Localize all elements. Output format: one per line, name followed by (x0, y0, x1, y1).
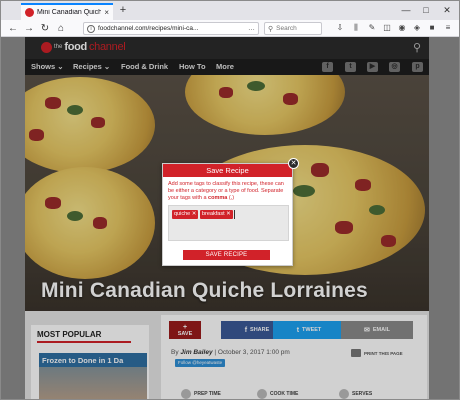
save-recipe-modal: Save Recipe ✕ Add some tags to classify … (162, 158, 299, 266)
address-bar[interactable]: i foodchannel.com/recipes/mini-ca... … (83, 22, 259, 35)
search-icon: ⚲ (268, 25, 274, 33)
library-icon[interactable]: ⫼ (351, 23, 361, 33)
minimize-button[interactable]: — (399, 4, 413, 16)
account-icon[interactable]: ◉ (397, 23, 407, 33)
modal-description: Add some tags to classify this recipe, t… (168, 181, 290, 202)
addon-icon[interactable]: ■ (427, 23, 437, 33)
search-box[interactable]: ⚲ (264, 22, 322, 35)
modal-title: Save Recipe (163, 164, 292, 177)
forward-icon[interactable]: → (23, 23, 35, 35)
url-text: foodchannel.com/recipes/mini-ca... (98, 25, 199, 32)
desc-bold: comma (208, 195, 228, 201)
search-input[interactable] (276, 25, 317, 32)
menu-icon[interactable]: ≡ (443, 23, 453, 33)
browser-window: Mini Canadian Quiche Lorraines × + — □ ✕… (0, 0, 460, 400)
tools-icon[interactable]: ✎ (367, 23, 377, 33)
extension-icon[interactable]: ◫ (382, 23, 392, 33)
text-caret (234, 210, 235, 219)
tab-title: Mini Canadian Quiche Lorraines (37, 9, 101, 16)
tab-strip: Mini Canadian Quiche Lorraines × + — □ ✕ (1, 1, 459, 20)
tab-close-icon[interactable]: × (104, 8, 109, 17)
maximize-button[interactable]: □ (419, 4, 433, 16)
nav-bar: ← → ↻ ⌂ i foodchannel.com/recipes/mini-c… (1, 20, 459, 37)
favicon-icon (25, 8, 34, 17)
page-actions-icon[interactable]: … (248, 25, 255, 32)
browser-tab[interactable]: Mini Canadian Quiche Lorraines × (21, 3, 113, 20)
reload-icon[interactable]: ↻ (39, 23, 51, 35)
new-tab-button[interactable]: + (116, 3, 130, 17)
site-info-icon[interactable]: i (87, 24, 95, 33)
download-icon[interactable]: ⇩ (335, 23, 345, 33)
tags-input[interactable]: quiche ✕ breakfast ✕ (168, 205, 289, 241)
tag-chip[interactable]: quiche ✕ (172, 210, 199, 219)
tag-chip[interactable]: breakfast ✕ (200, 210, 233, 219)
save-recipe-submit-button[interactable]: SAVE RECIPE (183, 250, 270, 260)
close-window-button[interactable]: ✕ (440, 4, 454, 16)
home-icon[interactable]: ⌂ (55, 23, 67, 35)
desc-tail: (,) (227, 195, 235, 201)
back-icon[interactable]: ← (7, 23, 19, 35)
modal-close-icon[interactable]: ✕ (288, 158, 299, 169)
shield-icon[interactable]: ◈ (412, 23, 422, 33)
